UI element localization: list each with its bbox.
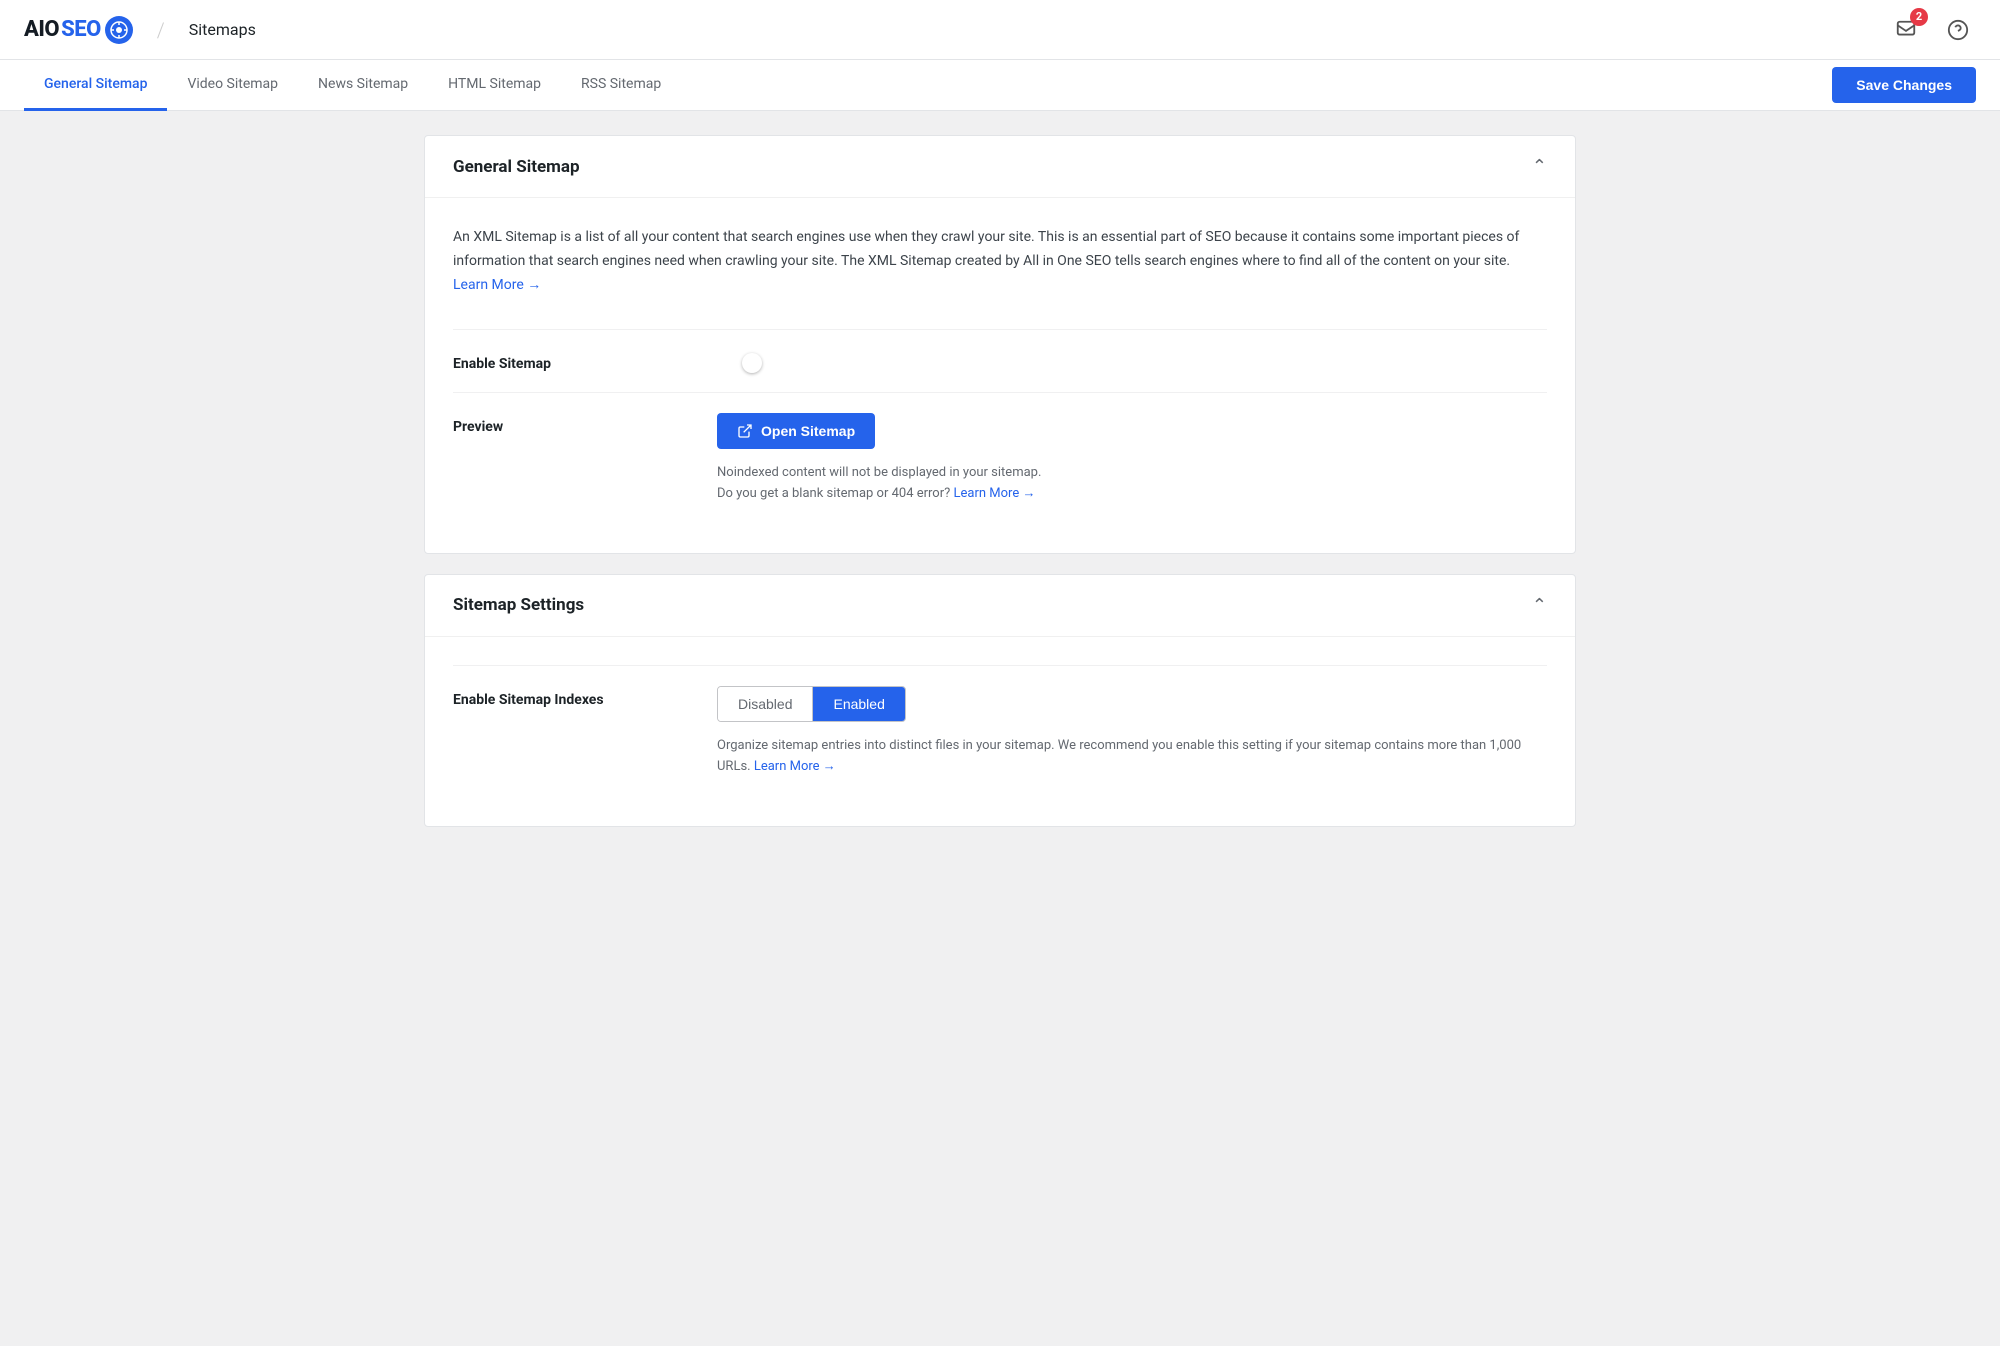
tabs-list: General Sitemap Video Sitemap News Sitem… [24, 60, 1832, 110]
preview-label: Preview [453, 413, 693, 435]
preview-control: Open Sitemap Noindexed content will not … [717, 413, 1547, 505]
logo-seo: SEO [61, 17, 101, 42]
enable-sitemap-label: Enable Sitemap [453, 350, 693, 372]
tab-rss-sitemap[interactable]: RSS Sitemap [561, 60, 681, 111]
sitemap-indexes-enabled-button[interactable]: Enabled [813, 687, 904, 721]
header-actions: 2 [1888, 12, 1976, 48]
tabs-bar: General Sitemap Video Sitemap News Sitem… [0, 60, 2000, 111]
logo-icon [105, 16, 133, 44]
sitemap-indexes-toggle-group: Disabled Enabled [717, 686, 906, 722]
logo: AIOSEO [24, 16, 133, 44]
preview-learn-more-link[interactable]: Learn More → [954, 486, 1036, 501]
general-sitemap-card: General Sitemap ⌃ An XML Sitemap is a li… [424, 135, 1576, 554]
sitemap-settings-card-title: Sitemap Settings [453, 595, 584, 615]
logo-aio: AIO [24, 17, 59, 42]
header: AIOSEO / Sitemaps 2 [0, 0, 2000, 60]
sitemap-settings-card-header: Sitemap Settings ⌃ [425, 575, 1575, 637]
preview-note-line2: Do you get a blank sitemap or 404 error?… [717, 484, 1547, 505]
sitemap-settings-collapse-icon[interactable]: ⌃ [1532, 595, 1547, 616]
sitemap-settings-card: Sitemap Settings ⌃ Enable Sitemap Indexe… [424, 574, 1576, 827]
header-separator: / [157, 18, 165, 42]
tab-news-sitemap[interactable]: News Sitemap [298, 60, 428, 111]
notifications-button[interactable]: 2 [1888, 12, 1924, 48]
description-learn-more-link[interactable]: Learn More → [453, 277, 541, 293]
preview-note: Noindexed content will not be displayed … [717, 463, 1547, 505]
general-sitemap-card-header: General Sitemap ⌃ [425, 136, 1575, 198]
main-content: General Sitemap ⌃ An XML Sitemap is a li… [400, 111, 1600, 871]
sitemap-indexes-learn-more-link[interactable]: Learn More → [754, 759, 836, 774]
tab-video-sitemap[interactable]: Video Sitemap [167, 60, 298, 111]
collapse-icon[interactable]: ⌃ [1532, 156, 1547, 177]
sitemap-settings-card-body: Enable Sitemap Indexes Disabled Enabled … [425, 637, 1575, 826]
general-sitemap-card-title: General Sitemap [453, 157, 580, 177]
enable-sitemap-control [717, 350, 1547, 366]
preview-note-line1: Noindexed content will not be displayed … [717, 463, 1547, 484]
help-button[interactable] [1940, 12, 1976, 48]
enable-sitemap-indexes-row: Enable Sitemap Indexes Disabled Enabled … [453, 665, 1547, 798]
notification-badge: 2 [1910, 8, 1928, 26]
enable-sitemap-indexes-control: Disabled Enabled Organize sitemap entrie… [717, 686, 1547, 778]
save-changes-button[interactable]: Save Changes [1832, 67, 1976, 103]
open-sitemap-button[interactable]: Open Sitemap [717, 413, 875, 449]
enable-sitemap-row: Enable Sitemap [453, 329, 1547, 392]
sitemap-indexes-disabled-button[interactable]: Disabled [718, 687, 813, 721]
sitemap-indexes-description: Organize sitemap entries into distinct f… [717, 736, 1547, 778]
open-sitemap-label: Open Sitemap [761, 423, 855, 439]
preview-row: Preview Open Sitemap Noindexed content w… [453, 392, 1547, 525]
tab-general-sitemap[interactable]: General Sitemap [24, 60, 167, 111]
general-sitemap-card-body: An XML Sitemap is a list of all your con… [425, 198, 1575, 553]
enable-sitemap-indexes-label: Enable Sitemap Indexes [453, 686, 693, 708]
tab-html-sitemap[interactable]: HTML Sitemap [428, 60, 561, 111]
general-sitemap-description: An XML Sitemap is a list of all your con… [453, 226, 1547, 297]
page-title: Sitemaps [189, 20, 256, 39]
external-link-icon [737, 423, 753, 439]
